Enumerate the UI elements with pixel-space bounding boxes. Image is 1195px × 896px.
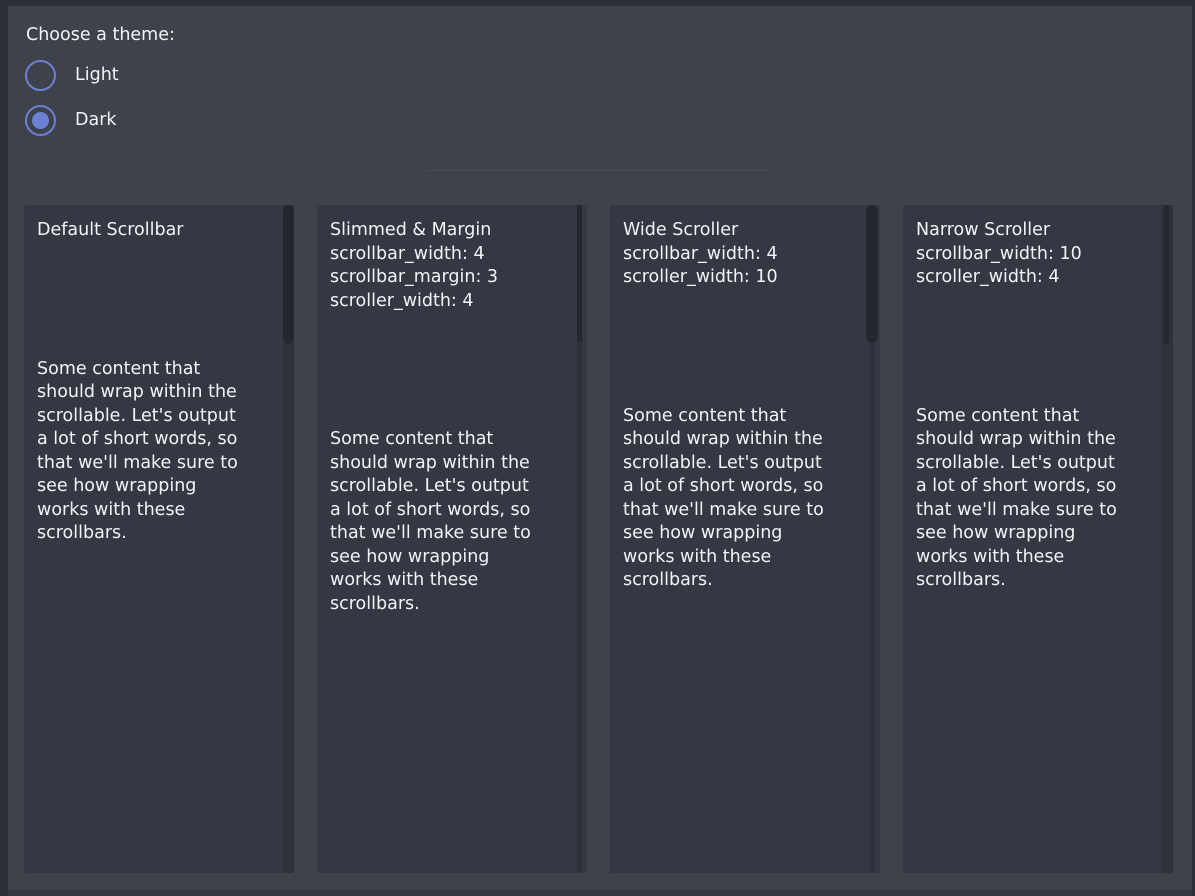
radio-unselected-icon[interactable] <box>25 60 56 91</box>
vertical-scrollbar[interactable] <box>866 205 878 873</box>
panel-slimmed-margin[interactable]: Slimmed & Margin scrollbar_width: 4 scro… <box>317 205 587 873</box>
panel-default-scrollbar[interactable]: Default Scrollbar Some content that shou… <box>24 205 294 873</box>
scrollbar-thumb[interactable] <box>283 205 294 344</box>
vertical-scrollbar[interactable] <box>283 205 294 873</box>
vertical-scrollbar[interactable] <box>577 205 582 873</box>
radio-option-dark[interactable]: Dark <box>25 105 117 136</box>
panel-title: Narrow Scroller <box>916 219 1143 243</box>
panel-body-text: Some content that should wrap within the… <box>330 428 557 616</box>
divider <box>427 170 771 171</box>
scrollbar-thumb[interactable] <box>866 205 878 343</box>
radio-selected-icon[interactable] <box>25 105 56 136</box>
panel-params: scrollbar_width: 10 scroller_width: 4 <box>916 243 1143 290</box>
radio-option-light[interactable]: Light <box>25 60 119 91</box>
panel-title: Slimmed & Margin <box>330 219 557 243</box>
panel-title: Default Scrollbar <box>37 219 264 243</box>
radio-dot-icon <box>32 112 49 129</box>
bottom-scrollbar-area <box>8 890 1192 896</box>
panel-title: Wide Scroller <box>623 219 850 243</box>
theme-chooser-label: Choose a theme: <box>26 24 175 48</box>
app-window: { "theme_chooser": { "label": "Choose a … <box>0 0 1195 896</box>
panel-wide-scroller[interactable]: Wide Scroller scrollbar_width: 4 scrolle… <box>610 205 880 873</box>
scrollbar-thumb[interactable] <box>577 205 582 342</box>
panel-params: scrollbar_width: 4 scrollbar_margin: 3 s… <box>330 243 557 314</box>
radio-option-dark-label: Dark <box>75 109 117 133</box>
panel-body-text: Some content that should wrap within the… <box>916 405 1143 593</box>
scrollbar-thumb[interactable] <box>1164 205 1169 344</box>
panel-body-text: Some content that should wrap within the… <box>37 358 264 546</box>
panel-params: scrollbar_width: 4 scroller_width: 10 <box>623 243 850 290</box>
panel-narrow-scroller[interactable]: Narrow Scroller scrollbar_width: 10 scro… <box>903 205 1173 873</box>
vertical-scrollbar[interactable] <box>1161 205 1173 873</box>
radio-option-light-label: Light <box>75 64 119 88</box>
panel-body-text: Some content that should wrap within the… <box>623 405 850 593</box>
